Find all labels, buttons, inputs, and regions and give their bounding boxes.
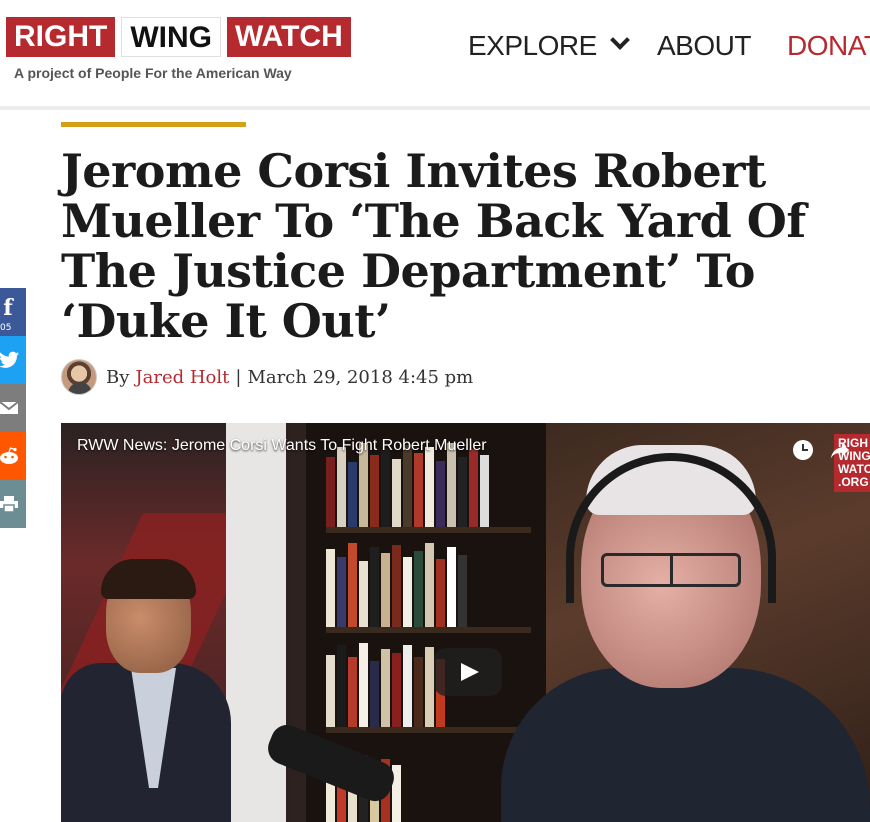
publish-date: March 29, 2018 4:45 pm [247,366,474,388]
video-player[interactable]: RWW News: Jerome Corsi Wants To Fight Ro… [61,423,870,822]
nav-explore-label: EXPLORE [468,30,597,61]
facebook-share-count: 05 [0,323,12,333]
channel-logo-line: .ORG [838,475,869,489]
logo-wordmark[interactable]: RIGHT WING WATCH [6,17,351,57]
mail-icon [0,401,19,414]
title-accent-bar [61,122,246,127]
nav-explore[interactable]: EXPLORE [468,30,630,62]
share-icon[interactable] [829,439,851,461]
twitter-share-button[interactable] [0,336,26,384]
byline-prefix: By [106,366,130,388]
site-header: RIGHT WING WATCH A project of People For… [0,0,870,110]
article-byline: By Jared Holt | March 29, 2018 4:45 pm [61,358,473,396]
play-button[interactable] [434,648,502,696]
watch-later-icon[interactable] [793,440,813,460]
site-logo[interactable]: RIGHT WING WATCH A project of People For… [6,17,351,81]
facebook-share-button[interactable]: f 05 [0,288,26,336]
byline-separator: | [235,366,242,388]
logo-word-wing: WING [121,17,221,57]
email-share-button[interactable] [0,384,26,432]
nav-about[interactable]: ABOUT [657,30,751,62]
reddit-icon [0,447,18,464]
reddit-share-button[interactable] [0,432,26,480]
twitter-icon [0,351,19,368]
share-sidebar: f 05 [0,288,26,528]
facebook-icon: f [3,295,13,321]
author-link[interactable]: Jared Holt [135,367,229,388]
print-icon [0,496,18,513]
video-title[interactable]: RWW News: Jerome Corsi Wants To Fight Ro… [77,437,487,455]
author-avatar[interactable] [61,359,97,395]
nav-donate[interactable]: DONATE [787,30,870,62]
logo-word-right: RIGHT [6,17,116,57]
video-host [61,559,231,822]
logo-word-watch: WATCH [226,17,351,57]
chevron-down-icon[interactable] [609,30,630,50]
print-share-button[interactable] [0,480,26,528]
logo-tagline: A project of People For the American Way [14,65,292,81]
article-title: Jerome Corsi Invites Robert Mueller To ‘… [61,144,806,348]
